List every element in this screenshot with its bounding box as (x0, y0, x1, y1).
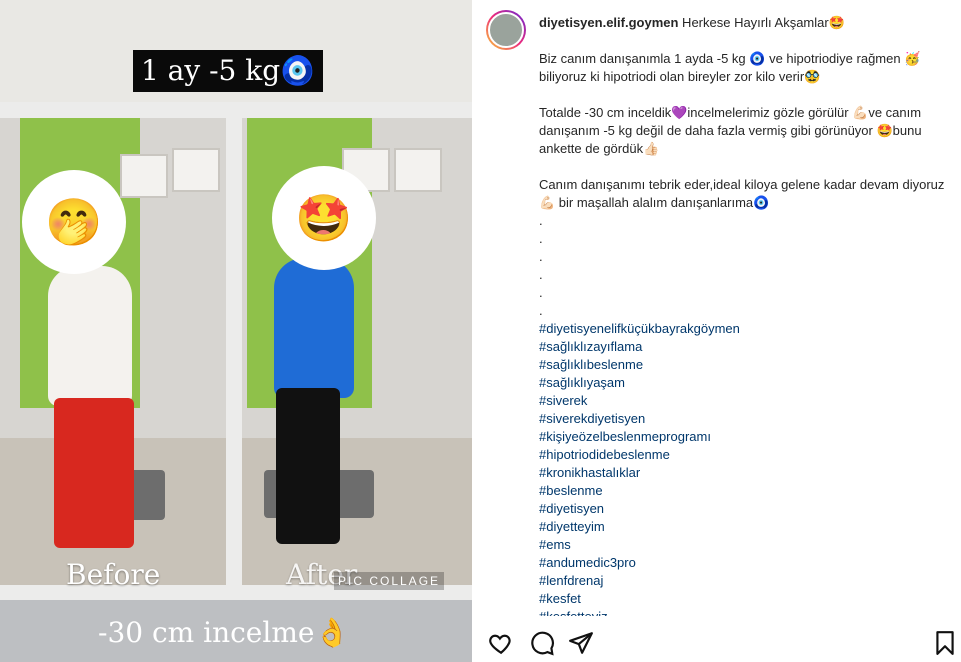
hashtag-link[interactable]: #beslenme (539, 482, 949, 500)
hashtag-link[interactable]: #andumedic3pro (539, 554, 949, 572)
caption-dot: . (539, 303, 543, 318)
hashtag-link[interactable]: #diyetisyen (539, 500, 949, 518)
username-link[interactable]: diyetisyen.elif.goymen (539, 15, 678, 30)
hashtag-link[interactable]: #siverekdiyetisyen (539, 410, 949, 428)
hashtag-link[interactable]: #sağlıklızayıflama (539, 338, 949, 356)
avatar-image (488, 12, 524, 48)
after-photo: 🤩 (242, 118, 472, 585)
caption-dot: . (539, 267, 543, 282)
caption-first-line: diyetisyen.elif.goymen Herkese Hayırlı A… (539, 14, 949, 32)
post-caption: diyetisyen.elif.goymen Herkese Hayırlı A… (539, 14, 949, 616)
hashtag-link[interactable]: #kişiyeözelbeslenmeprogramı (539, 428, 949, 446)
greeting-text: Herkese Hayırlı Akşamlar🤩 (678, 15, 845, 30)
before-label: Before (66, 558, 161, 591)
hashtag-link[interactable]: #diyetteyim (539, 518, 949, 536)
hashtag-link[interactable]: #hipotriodidebeslenme (539, 446, 949, 464)
person-pants (54, 398, 134, 548)
wall-certificate (120, 154, 168, 198)
comment-icon[interactable] (529, 630, 555, 656)
image-banner: 1 ay -5 kg🧿 (133, 50, 323, 92)
caption-paragraph: Canım danışanımı tebrik eder,ideal kiloy… (539, 177, 945, 210)
caption-dot: . (539, 213, 543, 228)
bottom-caption: -30 cm incelme👌 (98, 616, 350, 649)
hashtag-link[interactable]: #sağlıklıyaşam (539, 374, 949, 392)
before-photo: 🤭 (0, 118, 226, 585)
hashtag-link[interactable]: #diyetisyenelifküçükbayrakgöymen (539, 320, 949, 338)
caption-dot: . (539, 249, 543, 264)
hashtag-link[interactable]: #lenfdrenaj (539, 572, 949, 590)
face-cover-emoji: 🤩 (272, 166, 376, 270)
hashtag-link[interactable]: #ems (539, 536, 949, 554)
post-image[interactable]: 1 ay -5 kg🧿 🤭 🤩 Before After PIC COLLAGE… (0, 0, 472, 662)
bookmark-icon[interactable] (932, 630, 958, 656)
wall-certificate (394, 148, 442, 192)
hashtag-link[interactable]: #sağlıklıbeslenme (539, 356, 949, 374)
action-bar (472, 620, 961, 662)
face-cover-emoji: 🤭 (22, 170, 126, 274)
person-shirt (48, 266, 132, 406)
caption-paragraph: Biz canım danışanımla 1 ayda -5 kg 🧿 ve … (539, 51, 921, 84)
hashtag-link[interactable]: #kronikhastalıklar (539, 464, 949, 482)
hashtag-link[interactable]: #kesfet (539, 590, 949, 608)
hashtag-link[interactable]: #siverek (539, 392, 949, 410)
caption-paragraph: Totalde -30 cm inceldik💜incelmelerimiz g… (539, 105, 926, 156)
person-pants (276, 388, 340, 544)
caption-dot: . (539, 231, 543, 246)
share-icon[interactable] (568, 630, 594, 656)
caption-dot: . (539, 285, 543, 300)
person-shirt (274, 258, 354, 398)
collage-watermark: PIC COLLAGE (334, 572, 445, 590)
wall-certificate (172, 148, 220, 192)
hashtag-link[interactable]: #kesfetteyiz (539, 608, 949, 616)
user-avatar[interactable] (486, 10, 526, 50)
heart-icon[interactable] (488, 630, 514, 656)
